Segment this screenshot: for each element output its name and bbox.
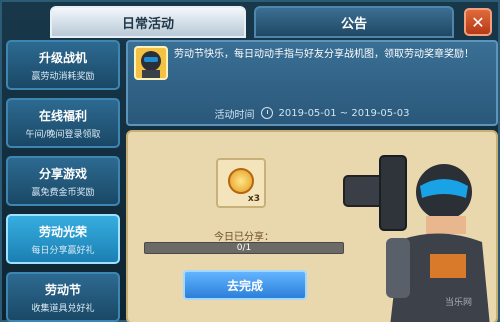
- reward-count: x3: [247, 194, 260, 204]
- close-button[interactable]: ✕: [464, 8, 492, 36]
- medal-icon: [228, 168, 254, 194]
- event-time-range: 2019-05-01 ~ 2019-05-03: [278, 107, 410, 119]
- sidebar-item-title: 劳动节: [44, 282, 81, 297]
- sidebar-item-title: 分享游戏: [38, 166, 87, 181]
- sidebar-item-labor-glory[interactable]: 劳动光荣 每日分享赢好礼: [6, 214, 120, 264]
- sidebar-item-title: 在线福利: [38, 108, 87, 123]
- event-time-label: 活动时间: [214, 109, 255, 121]
- sidebar-item-share-game[interactable]: 分享游戏 赢免费金币奖励: [6, 156, 120, 206]
- event-main-panel: x3 今日已分享： 0/1 去完成 当乐网: [126, 130, 498, 322]
- event-time-row: 活动时间 2019-05-01 ~ 2019-05-03: [128, 104, 496, 122]
- sidebar-item-title: 劳动光荣: [38, 224, 87, 239]
- event-description: 劳动节快乐，每日动动手指与好友分享战机图，领取劳动奖章奖励！: [174, 49, 474, 60]
- share-count-label: 今日已分享：: [214, 232, 274, 243]
- sidebar-item-subtitle: 赢免费金币奖励: [31, 187, 95, 198]
- event-sidebar: 升级战机 赢劳动消耗奖励 在线福利 午间/晚间登录领取 分享游戏 赢免费金币奖励…: [6, 40, 122, 322]
- sidebar-item-online-bonus[interactable]: 在线福利 午间/晚间登录领取: [6, 98, 120, 148]
- character-avatar: [134, 46, 168, 80]
- clock-icon: [260, 107, 273, 119]
- share-progress-bar: 0/1: [144, 242, 344, 254]
- sidebar-item-title: 升级战机: [38, 50, 87, 65]
- sidebar-item-subtitle: 每日分享赢好礼: [31, 245, 95, 256]
- watermark-text: 当乐网: [444, 298, 472, 308]
- sidebar-item-upgrade[interactable]: 升级战机 赢劳动消耗奖励: [6, 40, 120, 90]
- go-complete-button[interactable]: 去完成: [183, 270, 307, 300]
- sidebar-item-subtitle: 收集道具兑好礼: [31, 303, 95, 314]
- reward-item[interactable]: x3: [216, 158, 266, 208]
- sidebar-item-labor-day[interactable]: 劳动节 收集道具兑好礼: [6, 272, 120, 322]
- game-dialog: 日常活动 公告 ✕ 升级战机 赢劳动消耗奖励 在线福利 午间/晚间登录领取 分享…: [0, 0, 500, 322]
- tab-daily-events[interactable]: 日常活动: [50, 6, 246, 38]
- event-info-panel: 劳动节快乐，每日动动手指与好友分享战机图，领取劳动奖章奖励！ 活动时间 2019…: [126, 40, 498, 126]
- tab-announcement[interactable]: 公告: [254, 6, 454, 38]
- close-icon: ✕: [471, 12, 485, 32]
- character-illustration: [343, 155, 490, 322]
- sidebar-item-subtitle: 赢劳动消耗奖励: [31, 71, 95, 82]
- sidebar-item-subtitle: 午间/晚间登录领取: [25, 129, 101, 140]
